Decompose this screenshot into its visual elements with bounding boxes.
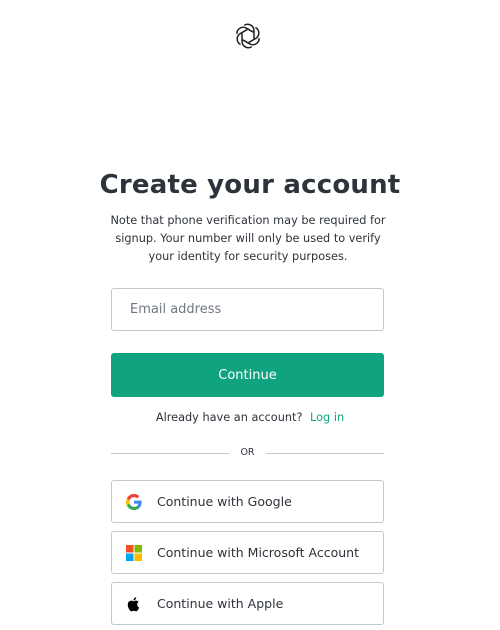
login-prompt-row: Already have an account? Log in bbox=[0, 411, 500, 424]
email-field[interactable] bbox=[111, 288, 384, 331]
apple-button-label: Continue with Apple bbox=[157, 596, 284, 611]
google-button-label: Continue with Google bbox=[157, 494, 292, 509]
microsoft-icon bbox=[126, 544, 142, 561]
continue-with-google-button[interactable]: Continue with Google bbox=[111, 480, 384, 523]
google-icon bbox=[126, 493, 142, 510]
continue-button[interactable]: Continue bbox=[111, 353, 384, 397]
verification-notice: Note that phone verification may be requ… bbox=[110, 214, 386, 263]
openai-logo-icon bbox=[233, 21, 263, 51]
microsoft-button-label: Continue with Microsoft Account bbox=[157, 545, 360, 560]
continue-with-apple-button[interactable]: Continue with Apple bbox=[111, 582, 384, 625]
page-title: Create your account bbox=[99, 170, 401, 200]
apple-icon bbox=[126, 596, 142, 612]
or-divider: OR bbox=[111, 446, 384, 460]
login-link[interactable]: Log in bbox=[310, 411, 344, 424]
login-prompt-text: Already have an account? bbox=[155, 411, 303, 424]
divider-line-right bbox=[266, 453, 384, 454]
signup-page: Create your account Note that phone veri… bbox=[0, 0, 500, 630]
continue-with-microsoft-button[interactable]: Continue with Microsoft Account bbox=[111, 531, 384, 574]
